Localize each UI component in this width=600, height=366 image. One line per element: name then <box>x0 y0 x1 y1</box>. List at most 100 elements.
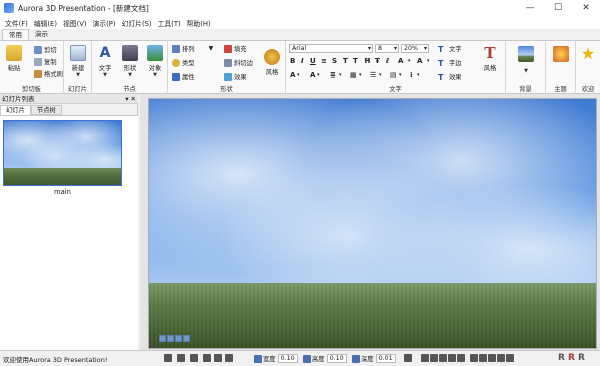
distribute-icon[interactable] <box>497 354 505 362</box>
font-family-select[interactable]: Arial <box>289 44 373 53</box>
theme-button[interactable] <box>549 46 573 64</box>
tab-home[interactable]: 常用 <box>2 29 29 40</box>
close-button[interactable]: ✕ <box>572 0 600 16</box>
shape-effect-button[interactable]: 效果 <box>224 72 247 81</box>
text-stroke-button[interactable]: T 字边 <box>438 58 462 68</box>
distribute-icon[interactable] <box>479 354 487 362</box>
image-tool-icon[interactable] <box>190 354 198 362</box>
align-icon[interactable] <box>448 354 456 362</box>
minimize-button[interactable]: — <box>516 0 544 16</box>
table-icon[interactable]: ▤ <box>390 71 397 79</box>
group-label-theme: 主题 <box>554 86 567 93</box>
slide-thumbnail[interactable] <box>3 120 122 186</box>
text-color-icon[interactable]: A <box>398 57 403 65</box>
nav-tool-icon[interactable] <box>167 335 174 342</box>
panel-controls[interactable]: ▾ ✕ <box>125 94 136 104</box>
text-t-icon[interactable]: T <box>353 57 358 65</box>
menu-tools[interactable]: 工具(T) <box>155 18 184 28</box>
chevron-down-icon: ▾ <box>399 72 402 78</box>
new-slide-button[interactable]: 新建 ▼ <box>66 45 90 78</box>
depth-input[interactable]: 0.01 <box>375 354 396 363</box>
select-tool-icon[interactable] <box>164 354 172 362</box>
app-logo-icon <box>4 3 14 13</box>
new-slide-label: 新建 <box>71 65 85 72</box>
welcome-button[interactable]: ★ <box>576 46 600 64</box>
format-brush-button[interactable]: 格式刷 <box>34 69 63 78</box>
copy-icon <box>34 57 42 66</box>
align-left-icon[interactable]: ≡ <box>321 57 327 65</box>
text-t-icon: T <box>438 44 444 54</box>
cut-button[interactable]: 剪切 <box>34 45 57 54</box>
spacing-icon[interactable]: A <box>310 71 315 79</box>
text-style-button[interactable]: T 文字 <box>438 44 462 54</box>
render-r-icon[interactable]: R <box>568 353 575 363</box>
font-size-select[interactable]: 8 <box>375 44 399 53</box>
tab-node-tree[interactable]: 节点树 <box>30 105 62 115</box>
align-justify-icon[interactable]: ≣ <box>330 71 336 79</box>
frame-tool-icon[interactable] <box>177 354 185 362</box>
menu-edit[interactable]: 编辑(E) <box>31 18 60 28</box>
render-r-icon[interactable]: R <box>578 353 585 363</box>
text-node-button[interactable]: A 文字 ▼ <box>93 45 117 78</box>
text-effect-button[interactable]: T 效果 <box>438 72 462 82</box>
text-style-big-button[interactable]: T 风格 <box>478 45 502 72</box>
fill-button[interactable]: 填充 <box>224 44 247 53</box>
bold-button[interactable]: B <box>290 57 295 65</box>
nav-tool-icon[interactable] <box>175 335 182 342</box>
bevel-button[interactable]: 斜切边 <box>224 58 253 67</box>
width-input[interactable]: 0.10 <box>277 354 298 363</box>
slide-list: main <box>0 115 138 350</box>
fill-icon <box>224 44 232 53</box>
type-button[interactable]: 类型 <box>172 58 195 67</box>
bullets-icon[interactable]: ⁝ <box>410 71 413 79</box>
font-size-icon[interactable]: A <box>290 71 295 79</box>
shape-node-button[interactable]: 形状 ▼ <box>118 45 142 78</box>
align-icon[interactable] <box>421 354 429 362</box>
text-transform-button[interactable]: T <box>343 57 348 65</box>
scale-icon[interactable] <box>225 354 233 362</box>
rotate-icon[interactable] <box>214 354 222 362</box>
menu-present[interactable]: 演示(P) <box>90 18 119 28</box>
slide-canvas[interactable] <box>148 98 597 349</box>
columns-icon[interactable]: ▦ <box>350 71 357 79</box>
list-icon[interactable]: ☰ <box>370 71 376 79</box>
status-bar: 欢迎使用Aurora 3D Presentation! 宽度 0.10 高度 0… <box>0 350 600 366</box>
text-box-icon[interactable]: Ħ <box>364 57 371 65</box>
copy-button[interactable]: 复制 <box>34 57 57 66</box>
tab-present[interactable]: 演示 <box>29 29 54 40</box>
maximize-button[interactable]: ☐ <box>544 0 572 16</box>
group-label-text: 文字 <box>389 86 402 93</box>
underline-button[interactable]: U <box>310 57 316 65</box>
ribbon-tabs: 常用 演示 <box>0 29 600 41</box>
shape-style-button[interactable]: 风格 <box>260 49 284 76</box>
render-r-icon[interactable]: R <box>558 353 565 363</box>
paragraph-icon[interactable]: ℓ <box>386 57 389 65</box>
align-icon[interactable] <box>457 354 465 362</box>
object-node-button[interactable]: 对象 ▼ <box>143 45 167 78</box>
tab-slides[interactable]: 幻灯片 <box>0 105 31 115</box>
arrange-button[interactable]: 排列 ▼ <box>172 44 213 53</box>
distribute-icon[interactable] <box>488 354 496 362</box>
move-icon[interactable] <box>203 354 211 362</box>
align-icon[interactable] <box>439 354 447 362</box>
menu-view[interactable]: 视图(V) <box>60 18 90 28</box>
distribute-icon[interactable] <box>470 354 478 362</box>
nav-tool-icon[interactable] <box>159 335 166 342</box>
property-button[interactable]: 属性 <box>172 72 195 81</box>
zoom-select[interactable]: 20% <box>401 44 429 53</box>
font-grow-icon[interactable]: A <box>417 57 422 65</box>
vertical-text-icon[interactable]: Ŧ <box>375 57 380 65</box>
paste-label: 粘贴 <box>7 65 21 72</box>
menu-help[interactable]: 帮助(H) <box>184 18 214 28</box>
align-icon[interactable] <box>430 354 438 362</box>
nav-tool-icon[interactable] <box>183 335 190 342</box>
shadow-text-button[interactable]: S <box>332 57 337 65</box>
paste-button[interactable]: 粘贴 <box>3 45 25 72</box>
italic-button[interactable]: I <box>301 57 304 65</box>
background-button[interactable]: ▼ <box>514 46 538 74</box>
menu-slides[interactable]: 幻灯片(S) <box>119 18 155 28</box>
grid-icon[interactable] <box>404 354 412 362</box>
distribute-icon[interactable] <box>506 354 514 362</box>
height-input[interactable]: 0.10 <box>326 354 347 363</box>
menu-file[interactable]: 文件(F) <box>2 18 31 28</box>
